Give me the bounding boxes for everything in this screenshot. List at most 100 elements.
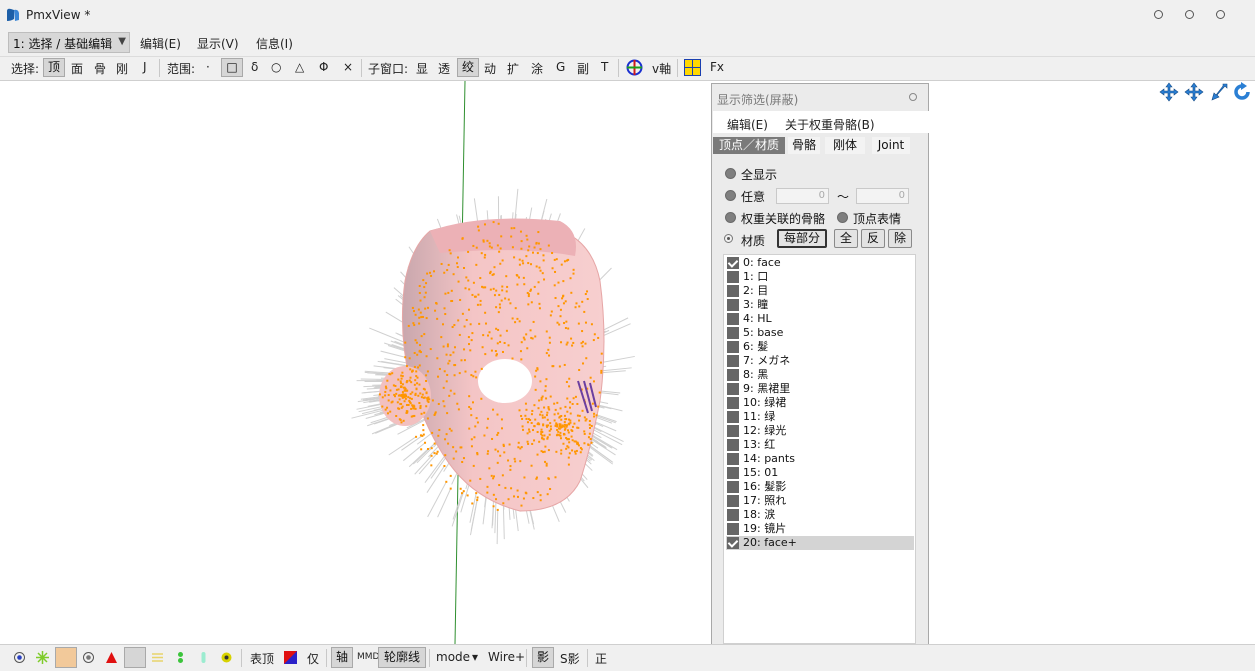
- point-mode-icon[interactable]: [13, 651, 26, 664]
- list-item[interactable]: 14: pants: [726, 452, 914, 466]
- mode-dropdown-arrow[interactable]: ▾: [472, 650, 478, 664]
- select-joint-button[interactable]: J: [143, 60, 147, 74]
- material-checkbox[interactable]: [727, 411, 739, 423]
- green-chain-icon[interactable]: [174, 651, 187, 664]
- minimize-button[interactable]: [1154, 10, 1163, 19]
- maximize-button[interactable]: [1185, 10, 1194, 19]
- 3d-viewport[interactable]: [0, 80, 1255, 644]
- range-phi-button[interactable]: Φ: [319, 60, 328, 74]
- range-point-button[interactable]: ·: [206, 60, 210, 74]
- select-bone-button[interactable]: 骨: [94, 60, 106, 77]
- material-checkbox[interactable]: [727, 299, 739, 311]
- shadow-toggle[interactable]: 影: [532, 647, 554, 668]
- yellow-joint-icon[interactable]: [220, 651, 233, 664]
- material-checkbox[interactable]: [727, 537, 739, 549]
- list-item[interactable]: 4: HL: [726, 312, 914, 326]
- fx-button[interactable]: Fx: [710, 60, 724, 74]
- list-item[interactable]: 2: 目: [726, 284, 914, 298]
- any-range-radio[interactable]: [725, 190, 736, 201]
- axis-gizmo-icon[interactable]: [626, 59, 643, 76]
- target-icon[interactable]: [82, 651, 95, 664]
- cyan-bar-icon[interactable]: [197, 651, 210, 664]
- list-item[interactable]: 12: 绿光: [726, 424, 914, 438]
- mode-dropdown[interactable]: mode: [436, 650, 470, 664]
- material-checkbox[interactable]: [727, 369, 739, 381]
- range-to-input[interactable]: 0: [856, 188, 909, 204]
- subwin-g-button[interactable]: G: [556, 60, 565, 74]
- list-item[interactable]: 20: face+: [726, 536, 914, 550]
- invert-button[interactable]: 反: [861, 229, 885, 248]
- orthographic-button[interactable]: 正: [595, 650, 607, 667]
- material-checkbox[interactable]: [727, 467, 739, 479]
- range-rect-button[interactable]: □: [221, 58, 243, 77]
- burst-icon[interactable]: [36, 651, 49, 664]
- close-button[interactable]: [1216, 10, 1225, 19]
- material-checkbox[interactable]: [727, 327, 739, 339]
- panel-menu-weight-bones[interactable]: 关于权重骨骼(B): [785, 116, 875, 133]
- material-checkbox[interactable]: [727, 313, 739, 325]
- range-circle-button[interactable]: ○: [271, 60, 281, 74]
- self-shadow-button[interactable]: S影: [560, 650, 580, 667]
- grid-color-icon[interactable]: [684, 59, 701, 76]
- list-item[interactable]: 10: 绿裙: [726, 396, 914, 410]
- material-checkbox[interactable]: [727, 341, 739, 353]
- mode-select[interactable]: 1: 选择 / 基础编辑 ▼: [8, 32, 130, 53]
- list-item[interactable]: 9: 黑裙里: [726, 382, 914, 396]
- panel-close-button[interactable]: [909, 93, 917, 101]
- show-all-radio[interactable]: [725, 168, 736, 179]
- color-swatch-icon[interactable]: [284, 651, 297, 664]
- list-item[interactable]: 8: 黑: [726, 368, 914, 382]
- list-item[interactable]: 19: 镜片: [726, 522, 914, 536]
- mmd-button[interactable]: MMD: [357, 652, 379, 662]
- subwin-sub-button[interactable]: 副: [577, 60, 589, 77]
- tab-bones[interactable]: 骨骼: [788, 137, 820, 154]
- v-axis-button[interactable]: v軸: [652, 60, 671, 77]
- range-triangle-button[interactable]: △: [295, 60, 304, 74]
- material-checkbox[interactable]: [727, 439, 739, 451]
- list-item[interactable]: 5: base: [726, 326, 914, 340]
- material-checkbox[interactable]: [727, 397, 739, 409]
- material-list[interactable]: 0: face1: 口2: 目3: 瞳4: HL5: base6: 髮7: メガ…: [723, 254, 916, 644]
- material-checkbox[interactable]: [727, 523, 739, 535]
- menu-view[interactable]: 显示(V): [197, 35, 239, 52]
- material-checkbox[interactable]: [727, 425, 739, 437]
- panel-menu-edit[interactable]: 编辑(E): [727, 116, 768, 133]
- list-item[interactable]: 18: 涙: [726, 508, 914, 522]
- only-button[interactable]: 仅: [307, 650, 319, 667]
- material-radio[interactable]: [724, 234, 733, 243]
- mesh-texture-toggle[interactable]: [55, 647, 77, 668]
- subwin-transparent-button[interactable]: 透: [438, 60, 450, 77]
- axis-toggle[interactable]: 轴: [331, 647, 353, 668]
- subwin-t-button[interactable]: T: [601, 60, 608, 74]
- subwin-show-button[interactable]: 显: [416, 60, 428, 77]
- list-item[interactable]: 1: 口: [726, 270, 914, 284]
- subwin-paint-button[interactable]: 涂: [531, 60, 543, 77]
- pan-view-icon[interactable]: [1184, 82, 1204, 102]
- subwin-move-button[interactable]: 动: [484, 60, 496, 77]
- remove-button[interactable]: 除: [888, 229, 912, 248]
- material-checkbox[interactable]: [727, 355, 739, 367]
- tab-vertex-material[interactable]: 顶点／材质: [713, 137, 785, 154]
- red-triangle-icon[interactable]: [105, 651, 118, 664]
- menu-edit[interactable]: 编辑(E): [140, 35, 181, 52]
- list-item[interactable]: 16: 髮影: [726, 480, 914, 494]
- menu-info[interactable]: 信息(I): [256, 35, 293, 52]
- material-checkbox[interactable]: [727, 271, 739, 283]
- vertex-list-button[interactable]: 表顶: [250, 650, 274, 667]
- list-item[interactable]: 11: 绿: [726, 410, 914, 424]
- vertex-morph-radio[interactable]: [837, 212, 848, 223]
- yellow-lines-icon[interactable]: [151, 651, 164, 664]
- list-item[interactable]: 3: 瞳: [726, 298, 914, 312]
- tab-joint[interactable]: Joint: [872, 137, 910, 154]
- range-from-input[interactable]: 0: [776, 188, 829, 204]
- material-checkbox[interactable]: [727, 257, 739, 269]
- material-checkbox[interactable]: [727, 509, 739, 521]
- material-checkbox[interactable]: [727, 481, 739, 493]
- select-face-button[interactable]: 面: [71, 60, 83, 77]
- select-vertex-button[interactable]: 顶: [43, 58, 65, 77]
- list-item[interactable]: 7: メガネ: [726, 354, 914, 368]
- range-delta-button[interactable]: δ: [251, 60, 258, 74]
- weight-bones-radio[interactable]: [725, 212, 736, 223]
- outline-toggle[interactable]: 轮廓线: [378, 647, 426, 668]
- wave-toggle[interactable]: [124, 647, 146, 668]
